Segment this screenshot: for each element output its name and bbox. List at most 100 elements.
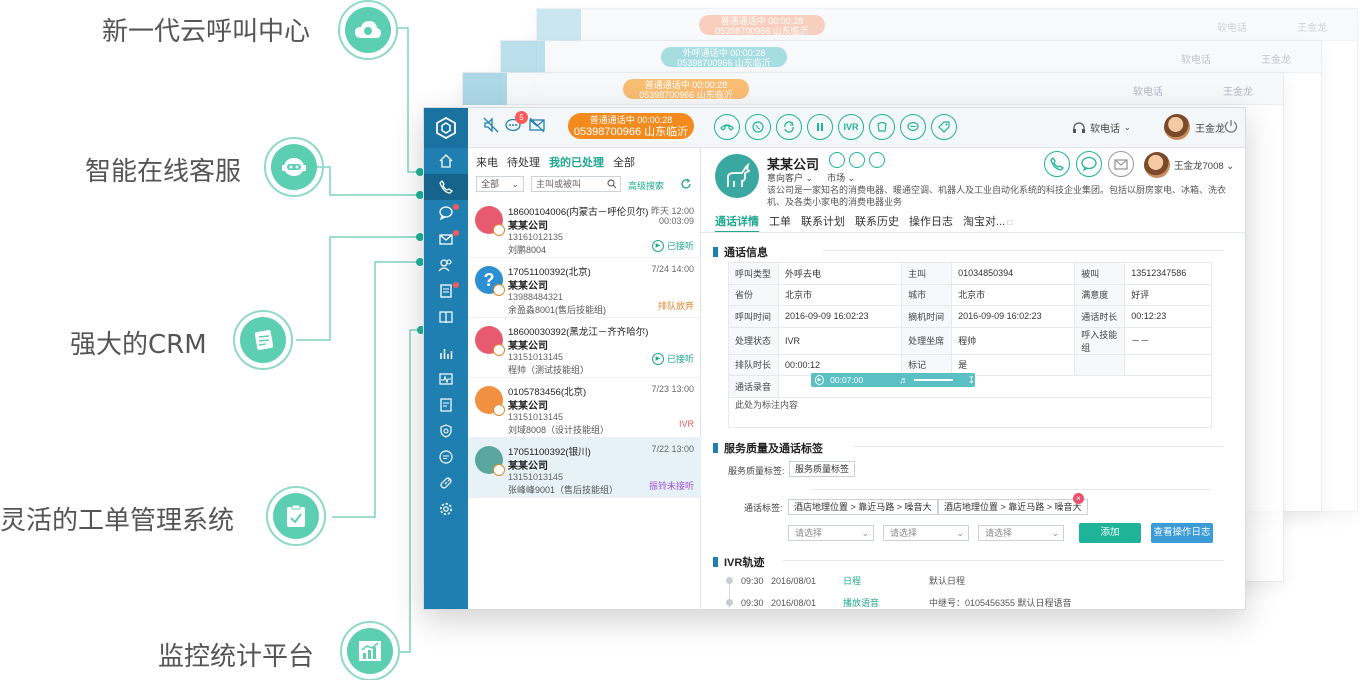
nav-shield-icon[interactable] [424, 418, 468, 444]
nav-document-icon[interactable] [424, 392, 468, 418]
power-icon[interactable] [1223, 118, 1239, 139]
ghost-status: 普通通话中 00:00:28 [644, 80, 728, 90]
call-action-button[interactable] [1044, 151, 1070, 177]
note-text: 此处为标注内容 [728, 392, 1212, 428]
edit-icon[interactable] [829, 152, 845, 168]
field-label: 处理状态 [728, 326, 779, 355]
nav-contacts-icon[interactable] [424, 252, 468, 278]
mute-icon[interactable] [482, 116, 500, 139]
user-avatar[interactable] [1164, 114, 1190, 140]
ghost-user: 王金龙 [1223, 87, 1253, 98]
add-tag-button[interactable]: 添加 [1079, 523, 1141, 543]
scope-select[interactable]: 全部 ⌄ [476, 176, 524, 192]
tag-button[interactable] [931, 114, 957, 140]
tab-operation-log[interactable]: 操作日志 [909, 213, 953, 233]
list-item[interactable]: 17051100392(银川) 某某公司 13151013145 张峰峰9001… [468, 438, 701, 498]
tag-level3-select[interactable]: 请选择 ⌄ [978, 525, 1064, 541]
tab-all[interactable]: 全部 [613, 154, 635, 170]
volume-slider[interactable] [914, 379, 954, 381]
advanced-search-link[interactable]: 高级搜索 [628, 179, 664, 192]
ivr-type[interactable]: 播放语音 [843, 596, 929, 609]
monitor-chart-icon [340, 621, 400, 680]
list-item[interactable]: 0105783456(北京) 某某公司 13151013145 刘域8008（设… [468, 378, 701, 438]
play-icon[interactable]: ▶ [651, 352, 664, 365]
field-value: 01034850394 [951, 262, 1076, 285]
hold-pause-button[interactable] [807, 114, 833, 140]
email-action-button[interactable] [1108, 151, 1134, 177]
tab-incoming[interactable]: 来电 [476, 154, 498, 170]
nav-phone-icon[interactable] [424, 174, 468, 200]
tag-level1-select[interactable]: 请选择 ⌄ [788, 525, 874, 541]
softphone-dropdown[interactable]: 软电话 ⌄ [1072, 120, 1131, 135]
no-mail-icon[interactable] [528, 116, 546, 139]
call-status-pill[interactable]: 普通通话中 00:00:28 05398700966 山东临沂 [568, 113, 694, 139]
item-phone: 18600030392(黑龙江－齐齐哈尔) [508, 327, 649, 338]
tab-pending[interactable]: 待处理 [507, 154, 540, 170]
intent-select[interactable]: 意向客户 ⌄ [767, 171, 813, 184]
feature-label-monitor-platform: 监控统计平台 [158, 642, 315, 672]
message-notice-icon[interactable]: 5 [504, 111, 528, 139]
nav-mail-icon[interactable] [424, 226, 468, 252]
quality-tag-chip[interactable]: 服务质量标签 [789, 461, 856, 477]
download-icon[interactable]: ↧ [967, 373, 975, 387]
tab-contact-history[interactable]: 联系历史 [855, 213, 899, 233]
remove-tag-icon[interactable]: × [1073, 493, 1084, 504]
consult-button[interactable] [745, 114, 771, 140]
call-tag-chip[interactable]: 酒店地理位置 > 靠近马路 > 噪音大 [938, 499, 1088, 515]
item-time: 7/24 14:00 [651, 264, 694, 274]
call-tag-chip[interactable]: 酒店地理位置 > 靠近马路 > 噪音大 [788, 499, 938, 515]
field-value: 北京市 [777, 283, 903, 306]
app-logo-icon [424, 108, 468, 148]
nav-monitor-icon[interactable] [424, 366, 468, 392]
item-agent: 张峰峰9001（售后技能组） [508, 485, 619, 495]
call-type-badge-icon [493, 284, 505, 296]
tab-my-handled[interactable]: 我的已处理 [549, 154, 604, 170]
tab-tickets[interactable]: 工单 [769, 213, 791, 233]
nav-settings-gear-icon[interactable] [424, 496, 468, 522]
audio-player[interactable]: ▶ 00:07:00 ♬ ↧ [811, 373, 975, 387]
nav-report-chart-icon[interactable] [424, 340, 468, 366]
nav-chat-icon[interactable] [424, 200, 468, 226]
ivr-type[interactable]: 日程 [843, 574, 929, 587]
nav-link-icon[interactable] [424, 470, 468, 496]
view-log-button[interactable]: 查看操作日志 [1151, 523, 1213, 543]
tab-call-details[interactable]: 通话详情 [715, 213, 759, 233]
tag-level2-select[interactable]: 请选择 ⌄ [883, 525, 969, 541]
sidebar [424, 108, 468, 609]
ivr-info: 默认日程 [929, 576, 966, 586]
ivr-info: 中继号：0105456355 默认日程语音 [929, 598, 1072, 608]
ivr-date: 2016/08/01 [771, 575, 817, 586]
list-item[interactable]: ? 17051100392(北京) 某某公司 13988484321 余盈淼80… [468, 258, 701, 318]
agent-name: 王金龙7008 [1174, 161, 1224, 172]
tab-contact-plan[interactable]: 联系计划 [801, 213, 845, 233]
nav-message-icon[interactable] [424, 444, 468, 470]
list-item[interactable]: 18600030392(黑龙江－齐齐哈尔) 某某公司 13151013145 程… [468, 318, 701, 378]
chat-action-button[interactable] [1076, 151, 1102, 177]
agent-select[interactable]: 王金龙7008 ⌄ [1174, 158, 1234, 172]
ghost-softphone: 软电话 [1181, 55, 1211, 66]
item-agent: 余盈淼8001(售后技能组) [508, 305, 607, 315]
play-icon[interactable]: ▶ [815, 375, 825, 385]
search-input[interactable]: 主叫或被叫 [531, 176, 621, 192]
transfer-button[interactable] [776, 114, 802, 140]
link-record-icon[interactable] [869, 152, 885, 168]
volume-icon[interactable]: ♬ [899, 373, 908, 387]
refresh-icon[interactable] [680, 177, 692, 195]
ivr-button[interactable]: IVR [838, 114, 864, 140]
chat-transfer-button[interactable] [900, 114, 926, 140]
company-meta: 意向客户 ⌄ 市场 ⌄ [767, 171, 855, 184]
tab-taobao[interactable]: 淘宝对... □ [963, 213, 1012, 233]
play-icon[interactable]: ▶ [651, 239, 664, 252]
select-placeholder: 请选择 [985, 528, 1013, 538]
nav-home-icon[interactable] [424, 148, 468, 174]
detail-panel: 某某公司 意向客户 ⌄ 市场 ⌄ 该公司是一家知名的消费电器、暖通空调、机器人及… [701, 148, 1245, 609]
field-value: 外呼去电 [777, 262, 903, 285]
nav-knowledge-book-icon[interactable] [424, 304, 468, 330]
satisfaction-button[interactable] [869, 114, 895, 140]
list-item[interactable]: 18600104006(内蒙古－呼伦贝尔) 某某公司 13161012135 刘… [468, 198, 701, 258]
source-select[interactable]: 市场 ⌄ [827, 171, 855, 184]
ghost-phone: 05398700966 山东临沂 [715, 26, 809, 36]
nav-tickets-icon[interactable] [424, 278, 468, 304]
info-icon[interactable] [849, 152, 865, 168]
hangup-button[interactable] [714, 114, 740, 140]
